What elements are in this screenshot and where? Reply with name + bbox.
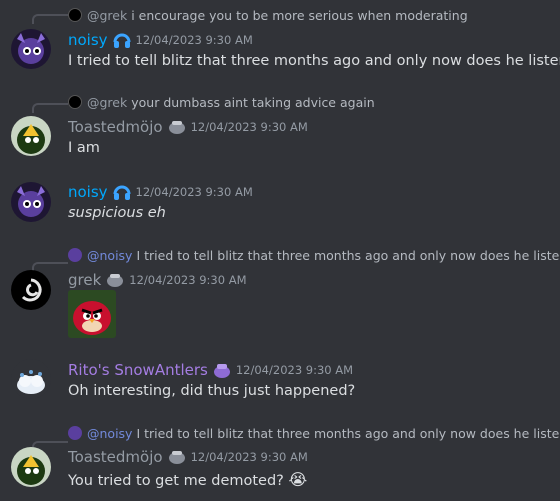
headphones-badge-icon [112, 183, 132, 201]
snowantlers-avatar[interactable] [11, 359, 51, 399]
grek-avatar[interactable] [11, 270, 51, 310]
author-name[interactable]: noisy [68, 183, 108, 201]
reply-preview[interactable]: @grek your dumbass aint taking advice ag… [68, 93, 375, 111]
timestamp: 12/04/2023 9:30 AM [190, 120, 308, 134]
timestamp: 12/04/2023 9:30 AM [135, 33, 253, 47]
toastedmojo-avatar[interactable] [11, 447, 51, 487]
noisy-avatar[interactable] [11, 29, 51, 69]
noisy-mini-avatar-icon [68, 426, 82, 440]
timestamp: 12/04/2023 9:30 AM [135, 185, 253, 199]
server-tag-badge-icon [105, 271, 125, 289]
angry-bird-image-attachment[interactable] [68, 290, 116, 338]
message-text: You tried to get me demoted? 😭 [68, 470, 307, 489]
message-text: Oh interesting, did thus just happened? [68, 383, 356, 399]
reply-preview[interactable]: @noisy I tried to tell blitz that three … [68, 246, 560, 264]
reply-mention[interactable]: @grek [87, 95, 127, 110]
grek-mini-avatar-icon [68, 95, 82, 109]
reply-text: i encourage you to be more serious when … [131, 7, 468, 23]
noisy-avatar[interactable] [11, 182, 51, 222]
reply-text: I tried to tell blitz that three months … [136, 425, 560, 441]
server-tag-badge-icon [167, 448, 187, 466]
author-name[interactable]: Rito's SnowAntlers [68, 361, 208, 379]
noisy-mini-avatar-icon [68, 248, 82, 262]
message-text: suspicious eh [68, 205, 166, 221]
toastedmojo-avatar[interactable] [11, 116, 51, 156]
grek-mini-avatar-icon [68, 8, 82, 22]
message-text: I am [68, 140, 100, 156]
reply-mention[interactable]: @noisy [87, 426, 132, 441]
reply-preview[interactable]: @noisy I tried to tell blitz that three … [68, 424, 560, 442]
server-tag-badge-icon [212, 361, 232, 379]
timestamp: 12/04/2023 9:30 AM [190, 450, 308, 464]
reply-preview[interactable]: @grek i encourage you to be more serious… [68, 6, 468, 24]
author-name[interactable]: noisy [68, 31, 108, 49]
timestamp: 12/04/2023 9:30 AM [129, 273, 247, 287]
reply-text: your dumbass aint taking advice again [131, 94, 375, 110]
reply-text: I tried to tell blitz that three months … [136, 247, 560, 263]
author-name[interactable]: Toastedmöjo [68, 448, 163, 466]
reply-mention[interactable]: @noisy [87, 248, 132, 263]
server-tag-badge-icon [167, 118, 187, 136]
headphones-badge-icon [112, 31, 132, 49]
loudly-crying-emoji-icon: 😭 [288, 470, 308, 489]
author-name[interactable]: Toastedmöjo [68, 118, 163, 136]
message-text-content: You tried to get me demoted? [68, 473, 284, 489]
author-name[interactable]: grek [68, 271, 101, 289]
timestamp: 12/04/2023 9:30 AM [235, 363, 354, 377]
reply-mention[interactable]: @grek [87, 8, 127, 23]
message-text: I tried to tell blitz that three months … [68, 53, 560, 69]
